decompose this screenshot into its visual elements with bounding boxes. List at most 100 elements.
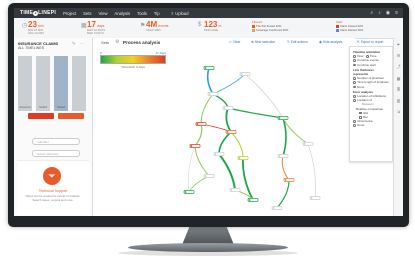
tech-support-title[interactable]: Technical Support bbox=[17, 189, 89, 193]
node-status-dot bbox=[272, 207, 275, 209]
radio bbox=[353, 59, 356, 62]
monitor-stand-base bbox=[128, 243, 288, 252]
clear-button[interactable]: ⎌ Clear bbox=[229, 40, 240, 44]
process-edge[interactable] bbox=[225, 107, 232, 133]
process-edge[interactable] bbox=[206, 67, 214, 95]
process-edge[interactable] bbox=[230, 131, 244, 159]
checkbox bbox=[359, 111, 362, 115]
checkbox bbox=[359, 115, 362, 119]
logo-mark: TIME bbox=[20, 10, 34, 16]
process-edge[interactable] bbox=[212, 93, 229, 109]
main-panel: Sets ⚙ Process analysis ⎌ Clear ⊕ New se… bbox=[93, 38, 355, 216]
node-status-dot bbox=[230, 189, 233, 191]
process-edge[interactable] bbox=[282, 117, 287, 157]
radio bbox=[353, 99, 356, 102]
thickness-option-none[interactable]: None bbox=[353, 85, 389, 89]
kpi-sub: MED 3 DAYS bbox=[87, 31, 104, 36]
legend-swatch bbox=[336, 28, 339, 32]
settings-icon[interactable]: ⚙ bbox=[397, 53, 401, 58]
filter-chip[interactable] bbox=[28, 113, 54, 119]
search-icon[interactable]: ⌕ bbox=[370, 10, 373, 16]
process-edge[interactable] bbox=[188, 175, 210, 193]
process-edge[interactable] bbox=[276, 179, 290, 209]
edit-icon[interactable]: ✎ bbox=[72, 41, 76, 47]
process-edge[interactable] bbox=[282, 117, 309, 145]
share-icon[interactable]: ⤴ bbox=[397, 64, 401, 70]
kpi-sub: PER CASE bbox=[204, 28, 219, 32]
kpi-cost: $ 123 m PER CASE bbox=[198, 21, 222, 32]
grid-icon[interactable]: ▦ bbox=[397, 76, 401, 81]
filter-icon[interactable]: ⏷ bbox=[397, 42, 400, 47]
process-edge[interactable] bbox=[281, 155, 290, 181]
bar-label: Received bbox=[19, 106, 31, 109]
chart-icon[interactable]: ▥ bbox=[397, 98, 401, 103]
kpi-strip: ◷ 23 min MIN 10 MIN AVG 14 MIN ▦ 17 days… bbox=[14, 18, 403, 39]
filter-chip[interactable] bbox=[58, 113, 84, 119]
bar-fill bbox=[72, 56, 86, 111]
hide-analysis-button[interactable]: ◉ Hide analysis bbox=[319, 40, 342, 44]
process-edge[interactable] bbox=[218, 153, 236, 191]
user-icon[interactable]: ◉ bbox=[386, 10, 390, 16]
bar-label: Closed bbox=[56, 106, 66, 109]
process-edge[interactable] bbox=[200, 93, 214, 125]
bar-fill bbox=[36, 56, 50, 111]
new-selection-button[interactable]: ⊕ New selection bbox=[251, 40, 275, 44]
monitor-frame: TIME●LINEPI Project Sets View Analysis T… bbox=[8, 3, 409, 225]
nav-view[interactable]: View bbox=[99, 11, 108, 16]
nav-sets[interactable]: Sets bbox=[83, 11, 91, 16]
dataset-subtitle[interactable]: ALL TIMELINES bbox=[18, 46, 44, 50]
radio bbox=[353, 81, 356, 84]
process-edge[interactable] bbox=[188, 145, 196, 193]
process-edge[interactable] bbox=[244, 73, 284, 119]
nav-project[interactable]: Project bbox=[63, 11, 76, 16]
process-edge[interactable] bbox=[194, 145, 210, 177]
tech-support-card: ⏷ Technical Support Filters can be creat… bbox=[17, 160, 89, 215]
list-icon[interactable]: ≣ bbox=[397, 87, 400, 92]
edit-actions-button[interactable]: ✎ Edit actions bbox=[287, 40, 308, 44]
nav-tip[interactable]: Tip bbox=[154, 11, 160, 16]
process-edge[interactable] bbox=[194, 123, 203, 147]
calendar-icon: ▦ bbox=[81, 23, 87, 29]
sets-tab[interactable]: Sets bbox=[101, 40, 109, 45]
nav-tools[interactable]: Tools bbox=[137, 11, 147, 16]
export-icon[interactable]: ⇲ bbox=[397, 109, 400, 114]
app-screen: TIME●LINEPI Project Sets View Analysis T… bbox=[14, 8, 403, 216]
export-report-button[interactable]: ⇱ Export to report bbox=[357, 40, 383, 44]
process-edge[interactable] bbox=[212, 73, 246, 95]
page-title: Process analysis bbox=[123, 39, 161, 45]
legend-pct: 16% bbox=[357, 28, 364, 32]
legend-item[interactable]: Coverage Confirmed 26% bbox=[252, 28, 288, 32]
process-edge[interactable] bbox=[307, 143, 316, 199]
radio bbox=[365, 55, 369, 58]
menu-icon[interactable]: ≡ bbox=[395, 10, 398, 16]
bell-icon[interactable]: ♪ bbox=[378, 10, 381, 16]
process-edge[interactable] bbox=[227, 107, 284, 119]
option-label: None bbox=[357, 123, 365, 128]
top-icons: ⌕ ♪ ◉ ≡ bbox=[370, 10, 398, 16]
node-status-dot bbox=[204, 67, 207, 69]
line-thickness-heading: Line thickness represents bbox=[353, 67, 374, 77]
combine-start-option[interactable]: Combine start bbox=[353, 63, 389, 67]
node-status-dot bbox=[278, 117, 281, 119]
app-logo[interactable]: TIME●LINEPI bbox=[20, 10, 56, 16]
export-report-label: Export to report bbox=[360, 40, 384, 44]
bar-fill bbox=[54, 56, 68, 111]
legend-item[interactable]: Claim Denied 16% bbox=[336, 28, 363, 32]
add-filter-input[interactable]: Add filter bbox=[32, 138, 80, 145]
process-icon: ⚙ bbox=[115, 39, 120, 45]
kpi-unit: m bbox=[218, 24, 222, 28]
tech-support-desc: Filters can be created for events of ana… bbox=[25, 194, 81, 202]
process-graph[interactable] bbox=[93, 48, 355, 216]
none-option[interactable]: None bbox=[353, 123, 389, 127]
bar-fill bbox=[18, 56, 32, 111]
upload-label: Upload bbox=[175, 10, 189, 16]
select-attributes-input[interactable]: Select attributes bbox=[32, 150, 80, 157]
radio bbox=[353, 124, 356, 127]
more-icon[interactable]: ⋯ bbox=[80, 41, 85, 47]
legend-pct: 26% bbox=[282, 28, 289, 32]
upload-button[interactable]: ⇪ Upload bbox=[171, 11, 189, 16]
nav-analysis[interactable]: Analysis bbox=[115, 11, 131, 16]
clock-icon: ◷ bbox=[22, 23, 28, 29]
node-status-dot bbox=[223, 107, 226, 109]
process-edge[interactable] bbox=[218, 131, 232, 155]
